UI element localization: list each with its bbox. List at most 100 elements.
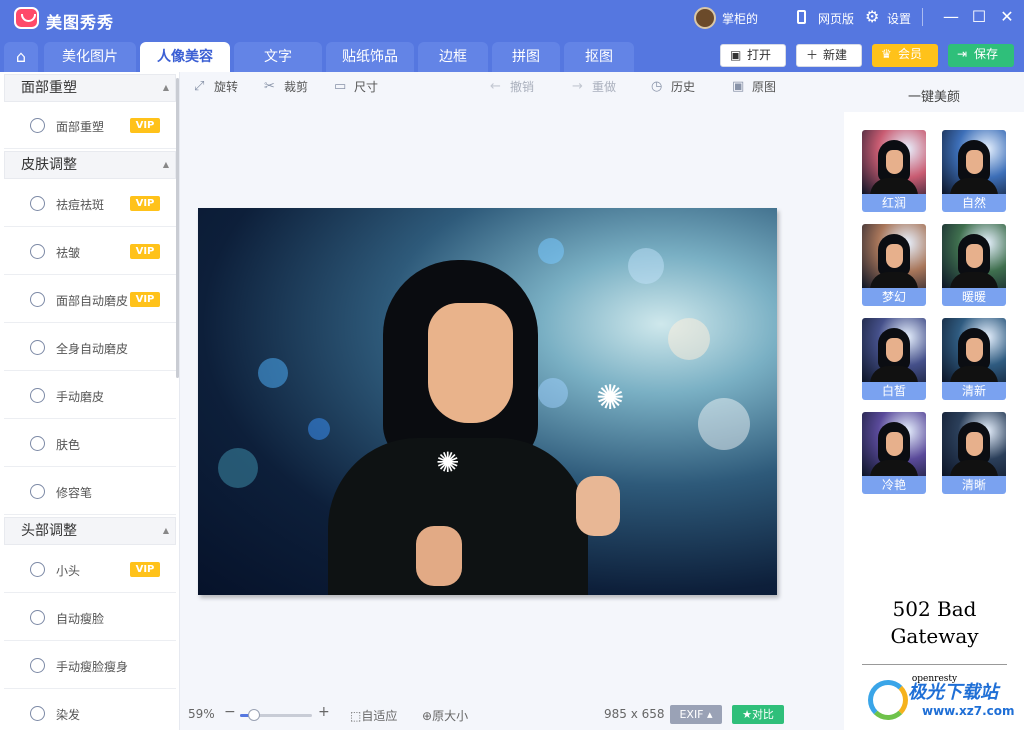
error-divider bbox=[862, 664, 1007, 665]
tab-collage[interactable]: 拼图 bbox=[492, 42, 560, 72]
original-button[interactable]: ▣ 原图 bbox=[732, 78, 776, 96]
close-button[interactable]: ✕ bbox=[996, 6, 1018, 28]
zoom-in-button[interactable]: + bbox=[318, 704, 330, 720]
sidebar-item-body-smooth[interactable]: 全身自动磨皮 bbox=[4, 324, 176, 371]
vip-badge: VIP bbox=[130, 196, 160, 211]
preset-fresh[interactable]: 清新 bbox=[942, 318, 1006, 400]
sidebar-item-face-reshape[interactable]: 面部重塑 VIP bbox=[4, 102, 176, 149]
crop-button[interactable]: ✂ 裁剪 bbox=[264, 78, 308, 96]
tab-stickers[interactable]: 贴纸饰品 bbox=[326, 42, 414, 72]
user-name[interactable]: 掌柜的 bbox=[722, 10, 758, 27]
face-icon bbox=[30, 118, 45, 133]
tab-portrait[interactable]: 人像美容 bbox=[140, 42, 230, 72]
preset-cool[interactable]: 冷艳 bbox=[862, 412, 926, 494]
web-version-link[interactable]: 网页版 bbox=[818, 10, 854, 27]
preset-warm[interactable]: 暖暖 bbox=[942, 224, 1006, 306]
sidebar-item-face-smooth[interactable]: 面部自动磨皮 VIP bbox=[4, 276, 176, 323]
edited-photo[interactable]: ✺ ✺ bbox=[198, 208, 777, 595]
sidebar-item-auto-slim-face[interactable]: 自动瘦脸 bbox=[4, 594, 176, 641]
sidebar-item-small-head[interactable]: 小头 VIP bbox=[4, 546, 176, 593]
preset-dreamy[interactable]: 梦幻 bbox=[862, 224, 926, 306]
collapse-icon: ▲ bbox=[162, 83, 169, 92]
image-icon: ▣ bbox=[732, 79, 745, 94]
crown-icon: ♛ bbox=[881, 47, 892, 61]
sidebar-item-skin-tone[interactable]: 肤色 bbox=[4, 420, 176, 467]
minimize-button[interactable]: — bbox=[940, 6, 962, 28]
left-panel-scrollbar[interactable] bbox=[176, 78, 179, 378]
vip-button[interactable]: ♛ 会员 bbox=[872, 44, 938, 67]
head-icon bbox=[30, 562, 45, 577]
open-button[interactable]: ▣ 打开 bbox=[720, 44, 786, 67]
vip-badge: VIP bbox=[130, 118, 160, 133]
clock-icon: ◷ bbox=[651, 79, 663, 94]
undo-icon: ← bbox=[490, 79, 501, 94]
undo-button[interactable]: ← 撤销 bbox=[490, 78, 534, 96]
settings-button[interactable]: 设置 bbox=[887, 10, 911, 27]
sidebar-item-hair-dye[interactable]: 染发 bbox=[4, 690, 176, 730]
watermark-name: 极光下载站 bbox=[908, 682, 998, 703]
redo-icon: → bbox=[572, 79, 583, 94]
zoom-slider-handle[interactable] bbox=[248, 709, 261, 721]
rotate-button[interactable]: ⤢ 旋转 bbox=[194, 78, 238, 96]
fit-icon: ⬚ bbox=[350, 709, 362, 723]
resize-icon: ▭ bbox=[334, 79, 347, 94]
sidebar-item-wrinkle[interactable]: 祛皱 VIP bbox=[4, 228, 176, 275]
home-icon[interactable]: ⌂ bbox=[4, 42, 38, 72]
exif-button[interactable]: EXIF ▴ bbox=[670, 705, 722, 724]
tab-cutout[interactable]: 抠图 bbox=[564, 42, 634, 72]
caret-up-icon: ▴ bbox=[707, 708, 713, 721]
skin-icon bbox=[30, 292, 45, 307]
divider bbox=[922, 8, 923, 26]
app-logo-icon bbox=[14, 7, 39, 29]
skin-icon bbox=[30, 340, 45, 355]
face-icon bbox=[30, 244, 45, 259]
fit-button[interactable]: ⬚自适应 bbox=[350, 707, 397, 724]
watermark-url: www.xz7.com bbox=[922, 704, 1015, 718]
section-face-reshape[interactable]: 面部重塑 ▲ bbox=[4, 74, 176, 102]
phone-icon[interactable] bbox=[797, 10, 806, 24]
preset-natural[interactable]: 自然 bbox=[942, 130, 1006, 212]
one-click-beauty-title: 一键美颜 bbox=[907, 90, 960, 105]
image-icon: ▣ bbox=[730, 48, 742, 62]
new-button[interactable]: ＋新建 bbox=[796, 44, 862, 67]
collapse-icon: ▲ bbox=[162, 160, 169, 169]
palette-icon bbox=[30, 436, 45, 451]
zoom-level: 59% bbox=[188, 707, 215, 721]
preset-fair[interactable]: 白皙 bbox=[862, 318, 926, 400]
history-button[interactable]: ◷ 历史 bbox=[651, 78, 695, 96]
user-avatar[interactable] bbox=[694, 7, 716, 29]
redo-button[interactable]: → 重做 bbox=[572, 78, 616, 96]
gear-icon[interactable]: ⚙ bbox=[865, 7, 879, 26]
save-button[interactable]: ⇥ 保存 bbox=[948, 44, 1014, 67]
watermark-logo-icon bbox=[868, 680, 908, 720]
compare-icon: ★ bbox=[742, 708, 752, 721]
scissors-icon: ✂ bbox=[264, 79, 275, 94]
vip-badge: VIP bbox=[130, 244, 160, 259]
sidebar-item-manual-smooth[interactable]: 手动磨皮 bbox=[4, 372, 176, 419]
tab-frames[interactable]: 边框 bbox=[418, 42, 488, 72]
magnifier-icon: ⊕ bbox=[422, 709, 433, 723]
skin-icon bbox=[30, 388, 45, 403]
hair-icon bbox=[30, 706, 45, 721]
size-button[interactable]: ▭ 尺寸 bbox=[334, 78, 378, 96]
preset-clear[interactable]: 清晰 bbox=[942, 412, 1006, 494]
preset-rosy[interactable]: 红润 bbox=[862, 130, 926, 212]
sidebar-item-acne[interactable]: 祛痘祛斑 VIP bbox=[4, 180, 176, 227]
section-skin[interactable]: 皮肤调整 ▲ bbox=[4, 151, 176, 179]
watermark: 极光下载站 www.xz7.com bbox=[866, 676, 1016, 726]
sidebar-item-contour-pen[interactable]: 修容笔 bbox=[4, 468, 176, 515]
zoom-out-button[interactable]: − bbox=[224, 704, 236, 720]
original-size-button[interactable]: ⊕原大小 bbox=[422, 707, 468, 724]
app-title: 美图秀秀 bbox=[46, 13, 115, 32]
plus-icon: ＋ bbox=[806, 48, 819, 62]
error-title: 502 Bad Gateway bbox=[890, 597, 979, 648]
pen-icon bbox=[30, 484, 45, 499]
section-head[interactable]: 头部调整 ▲ bbox=[4, 517, 176, 545]
maximize-button[interactable]: ☐ bbox=[968, 6, 990, 28]
tab-text[interactable]: 文字 bbox=[234, 42, 322, 72]
tab-beautify[interactable]: 美化图片 bbox=[44, 42, 136, 72]
sidebar-item-manual-slim[interactable]: 手动瘦脸瘦身 bbox=[4, 642, 176, 689]
skin-icon bbox=[30, 196, 45, 211]
vip-badge: VIP bbox=[130, 562, 160, 577]
compare-button[interactable]: ★对比 bbox=[732, 705, 784, 724]
